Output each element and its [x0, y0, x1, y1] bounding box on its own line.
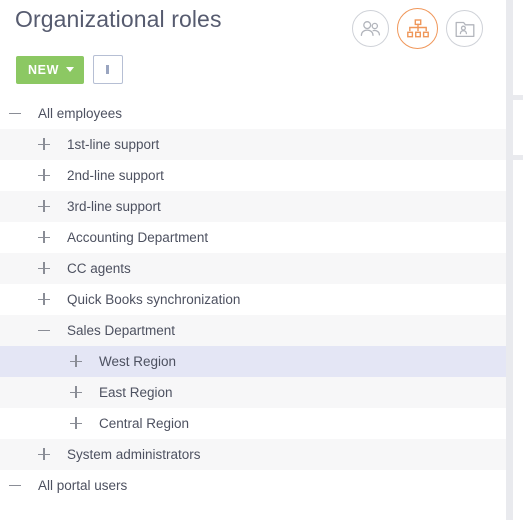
tree-row[interactable]: 3rd-line support	[0, 191, 506, 222]
org-chart-icon	[406, 18, 429, 39]
right-panel-edge-middle	[513, 100, 523, 155]
expand-toggle-icon[interactable]	[37, 168, 51, 182]
tree-row-label: Sales Department	[67, 322, 176, 338]
new-button[interactable]: NEW	[16, 55, 84, 84]
tree-row[interactable]: Accounting Department	[0, 222, 506, 253]
expand-toggle-icon[interactable]	[37, 137, 51, 151]
chevron-down-icon	[65, 67, 74, 72]
tree-row[interactable]: All employees	[0, 98, 506, 129]
tree-row[interactable]: 1st-line support	[0, 129, 506, 160]
tree-row-label: Accounting Department	[67, 229, 209, 245]
tree-row-label: CC agents	[67, 260, 131, 276]
action-toolbar: NEW	[16, 55, 123, 84]
contact-card-icon	[455, 20, 475, 38]
contact-card-icon-button[interactable]	[446, 10, 483, 47]
tree-row-label: 2nd-line support	[67, 167, 164, 183]
collapse-toggle-icon[interactable]	[37, 323, 51, 337]
tree-row-label: All portal users	[38, 477, 128, 493]
expand-toggle-icon[interactable]	[37, 292, 51, 306]
page-title: Organizational roles	[15, 6, 222, 32]
tree-row-label: 3rd-line support	[67, 198, 161, 214]
tree-row[interactable]: All portal users	[0, 470, 506, 501]
collapse-toggle-icon[interactable]	[8, 106, 22, 120]
expand-toggle-icon[interactable]	[37, 447, 51, 461]
collapse-toggle-icon[interactable]	[8, 478, 22, 492]
expand-toggle-icon[interactable]	[69, 354, 83, 368]
new-button-label: NEW	[28, 62, 59, 77]
org-chart-icon-button[interactable]	[397, 8, 438, 49]
roles-tree[interactable]: All employees 1st-line support 2nd-line su…	[0, 98, 506, 520]
organizational-roles-page: Organizational roles NEW All employees 1…	[0, 0, 523, 520]
tree-row-label: 1st-line support	[67, 136, 160, 152]
expand-toggle-icon[interactable]	[37, 199, 51, 213]
right-panel-edge-top	[513, 0, 523, 95]
expand-toggle-icon[interactable]	[69, 385, 83, 399]
expand-toggle-icon[interactable]	[37, 261, 51, 275]
more-actions-button[interactable]	[92, 55, 123, 84]
right-panel-edge-bottom	[513, 160, 523, 520]
tree-row[interactable]: West Region	[0, 346, 506, 377]
tree-row[interactable]: Central Region	[0, 408, 506, 439]
tree-row[interactable]: Sales Department	[0, 315, 506, 346]
tree-row-label: East Region	[99, 384, 173, 400]
people-icon-button[interactable]	[352, 10, 389, 47]
tree-row-label: West Region	[99, 353, 177, 369]
tree-row[interactable]: Quick Books synchronization	[0, 284, 506, 315]
people-icon	[360, 20, 381, 37]
tree-row-label: Quick Books synchronization	[67, 291, 241, 307]
tree-row-label: System administrators	[67, 446, 201, 462]
kebab-menu-icon	[106, 65, 110, 74]
tree-row[interactable]: East Region	[0, 377, 506, 408]
tree-row-label: All employees	[38, 105, 123, 121]
tree-row[interactable]: System administrators	[0, 439, 506, 470]
header-view-switcher	[352, 8, 483, 49]
tree-row[interactable]: 2nd-line support	[0, 160, 506, 191]
expand-toggle-icon[interactable]	[37, 230, 51, 244]
expand-toggle-icon[interactable]	[69, 416, 83, 430]
page-header: Organizational roles NEW	[0, 0, 506, 98]
tree-row[interactable]: CC agents	[0, 253, 506, 284]
tree-row-label: Central Region	[99, 415, 190, 431]
